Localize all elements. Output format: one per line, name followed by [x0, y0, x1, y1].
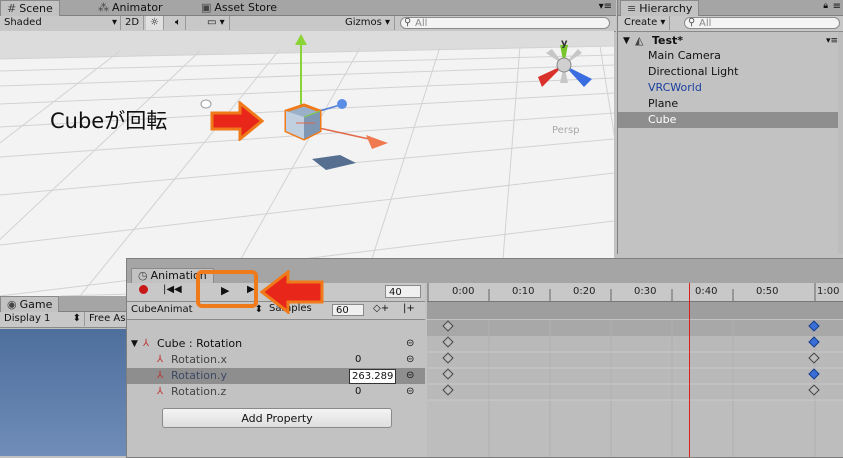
- store-icon: ▣: [201, 1, 212, 14]
- tick-label: 0:00: [452, 286, 475, 297]
- tab-asset-store[interactable]: ▣ Asset Store: [195, 0, 283, 15]
- property-label: Rotation.y: [171, 369, 228, 382]
- perspective-label[interactable]: Persp: [552, 125, 580, 136]
- first-keyframe-icon[interactable]: |◀◀: [163, 284, 182, 295]
- add-keyframe-icon[interactable]: ◇+: [373, 303, 389, 314]
- hierarchy-item[interactable]: Main Camera: [618, 48, 838, 64]
- frame-field[interactable]: 40: [385, 285, 421, 298]
- panel-menu-icon[interactable]: ≡: [833, 1, 841, 12]
- audio-toggle-icon[interactable]: 🔈︎: [171, 16, 186, 30]
- eye-toggle-icon[interactable]: ⊝: [406, 368, 414, 384]
- add-property-button[interactable]: Add Property: [162, 408, 392, 428]
- hierarchy-item[interactable]: Plane: [618, 96, 838, 112]
- animator-icon: ⁂: [98, 1, 109, 14]
- property-value-field[interactable]: 263.289: [349, 369, 397, 384]
- lighting-toggle-icon[interactable]: ☼: [146, 16, 164, 30]
- tab-scene[interactable]: # Scene: [0, 0, 60, 16]
- eye-toggle-icon[interactable]: ⊝: [406, 336, 414, 352]
- record-button[interactable]: [139, 285, 148, 294]
- hierarchy-search-input[interactable]: All: [684, 17, 840, 29]
- annotation-arrow-icon: [210, 101, 265, 141]
- hierarchy-item-label: Plane: [648, 97, 679, 110]
- scene-viewport[interactable]: y Persp Cubeが回転: [0, 31, 614, 296]
- transform-axis-icon: ⅄: [157, 386, 164, 397]
- hierarchy-item[interactable]: Cube: [618, 112, 838, 128]
- display-dropdown[interactable]: Display 1 ⬍: [0, 312, 85, 326]
- tick-label: 0:20: [573, 286, 596, 297]
- hierarchy-toolbar: Create ▾ All: [618, 16, 843, 32]
- add-event-icon[interactable]: |+: [403, 303, 415, 314]
- play-button-highlight: [196, 270, 258, 308]
- cube-object: [284, 103, 322, 141]
- hierarchy-list: Main Camera Directional Light VRCWorld Plan…: [618, 48, 838, 248]
- tab-hierarchy[interactable]: ≡ Hierarchy: [620, 0, 700, 16]
- tab-game[interactable]: ◉ Game: [0, 296, 60, 312]
- list-icon: ≡: [627, 2, 637, 15]
- aspect-dropdown[interactable]: Free As: [85, 312, 129, 326]
- create-dropdown[interactable]: Create ▾: [620, 16, 671, 30]
- transform-axis-icon: ⅄: [157, 354, 164, 365]
- property-value-field[interactable]: 0: [353, 353, 363, 366]
- eye-toggle-icon[interactable]: ⊝: [406, 352, 414, 368]
- play-arrow-annotation-icon: [259, 270, 324, 314]
- game-view[interactable]: [0, 329, 128, 456]
- property-row[interactable]: ⅄ Rotation.y 263.289 ⊝: [127, 368, 425, 384]
- dopesheet-grid: [427, 320, 843, 457]
- scene-search-input[interactable]: All: [400, 17, 610, 29]
- grid-icon: #: [7, 2, 17, 15]
- gizmos-dropdown[interactable]: Gizmos ▾: [341, 16, 396, 30]
- hierarchy-item-label: Main Camera: [648, 49, 721, 62]
- tab-animator[interactable]: ⁂ Animator: [92, 0, 169, 15]
- scene-tab-bar: # Scene ⁂ Animator ▣ Asset Store ▾≡: [0, 0, 616, 16]
- lock-icon[interactable]: 🔒︎: [823, 1, 828, 11]
- shading-mode-dropdown[interactable]: Shaded ▾: [0, 16, 121, 30]
- game-panel: ◉ Game Display 1 ⬍ Free As: [0, 296, 128, 456]
- transform-axis-icon: ⅄: [157, 370, 164, 381]
- hierarchy-tab-bar: ≡ Hierarchy 🔒︎ ≡: [618, 0, 843, 16]
- hierarchy-scrollbar[interactable]: [838, 32, 843, 254]
- hierarchy-item-label: Directional Light: [648, 65, 739, 78]
- annotation-text: Cubeが回転: [50, 109, 168, 133]
- property-row[interactable]: ⅄ Rotation.x 0 ⊝: [127, 352, 425, 368]
- dopesheet-summary-row: [427, 302, 843, 319]
- tick-label: 0:40: [695, 286, 718, 297]
- hierarchy-item-label: VRCWorld: [648, 81, 702, 94]
- eye-toggle-icon[interactable]: ⊝: [406, 384, 414, 400]
- scene-toolbar: Shaded▾ 2D ☼ 🔈︎ ▭ ▾ Gizmos ▾ All: [0, 16, 616, 32]
- object-property-row[interactable]: ▼ ⅄ Cube : Rotation ⊝: [127, 336, 425, 352]
- hierarchy-panel: ≡Hierarchy 🔒︎ ≡ Create ▾ All ▼ ◭ Test* ▾…: [617, 0, 843, 254]
- tick-label: 0:50: [756, 286, 779, 297]
- tick-label: 1:00: [817, 286, 840, 297]
- game-icon: ◉: [7, 298, 17, 311]
- property-label: Rotation.x: [171, 353, 228, 366]
- tick-label: 0:10: [512, 286, 535, 297]
- scene-grid: [0, 31, 614, 296]
- panel-menu-icon[interactable]: ▾≡: [599, 1, 612, 12]
- dropdown-arrow-icon: ▾: [111, 17, 117, 28]
- property-value-field[interactable]: 0: [353, 385, 363, 398]
- property-row[interactable]: ⅄ Rotation.z 0 ⊝: [127, 384, 425, 400]
- gizmo-y-label: y: [561, 38, 568, 49]
- mode-2d-button[interactable]: 2D: [121, 16, 145, 30]
- property-label: Rotation.z: [171, 385, 227, 398]
- clock-icon: ◷: [138, 269, 148, 282]
- dopesheet-area[interactable]: [427, 320, 843, 457]
- playhead-line[interactable]: [689, 283, 690, 457]
- hierarchy-item-label: Cube: [648, 113, 677, 126]
- hierarchy-item[interactable]: Directional Light: [618, 64, 838, 80]
- game-tab-bar: ◉ Game: [0, 296, 128, 312]
- game-toolbar: Display 1 ⬍ Free As: [0, 312, 128, 328]
- tick-label: 0:30: [634, 286, 657, 297]
- collapse-arrow-icon[interactable]: ▼: [131, 336, 138, 352]
- effects-dropdown-icon[interactable]: ▭ ▾: [203, 16, 230, 30]
- hierarchy-item[interactable]: VRCWorld: [618, 80, 838, 96]
- samples-field[interactable]: 60: [332, 304, 364, 316]
- transform-axis-icon: ⅄: [143, 338, 150, 349]
